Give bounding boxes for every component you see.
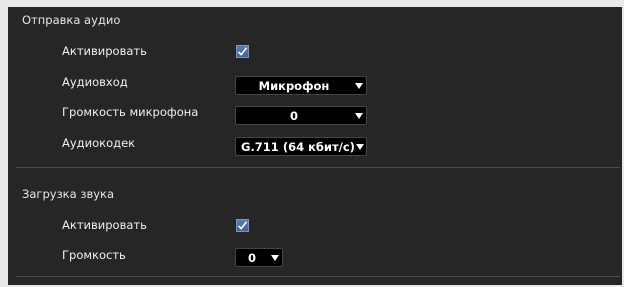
mic-volume-label: Громкость микрофона	[62, 105, 199, 119]
audio-settings-panel: Отправка аудио Активировать Аудиовход Ми…	[8, 7, 622, 285]
audio-send-section-title: Отправка аудио	[22, 13, 121, 27]
upload-volume-label: Громкость	[62, 248, 126, 262]
dropdown-arrow-icon	[268, 254, 282, 261]
mic-volume-value: 0	[289, 108, 298, 123]
audio-upload-activate-label: Активировать	[62, 218, 147, 232]
codec-value: G.711 (64 кбит/с)	[241, 139, 355, 154]
checkmark-icon	[237, 221, 248, 230]
audio-send-activate-label: Активировать	[62, 44, 147, 58]
audio-upload-section-title: Загрузка звука	[22, 187, 115, 201]
audio-upload-activate-checkbox[interactable]	[236, 219, 249, 232]
audio-input-select[interactable]: Микрофон	[235, 76, 367, 95]
upload-volume-value: 0	[247, 250, 256, 265]
codec-label: Аудиокодек	[62, 136, 136, 150]
dropdown-arrow-icon	[352, 112, 366, 119]
checkmark-icon	[237, 47, 248, 56]
dropdown-arrow-icon	[352, 82, 366, 89]
audio-input-value: Микрофон	[258, 78, 330, 93]
audio-input-label: Аудиовход	[62, 75, 128, 89]
upload-volume-select[interactable]: 0	[235, 248, 283, 267]
codec-select[interactable]: G.711 (64 кбит/с)	[235, 137, 367, 156]
mic-volume-select[interactable]: 0	[235, 106, 367, 125]
section-divider	[16, 167, 620, 168]
audio-send-activate-checkbox[interactable]	[236, 45, 249, 58]
section-divider	[16, 276, 620, 277]
dropdown-arrow-icon	[355, 143, 366, 150]
